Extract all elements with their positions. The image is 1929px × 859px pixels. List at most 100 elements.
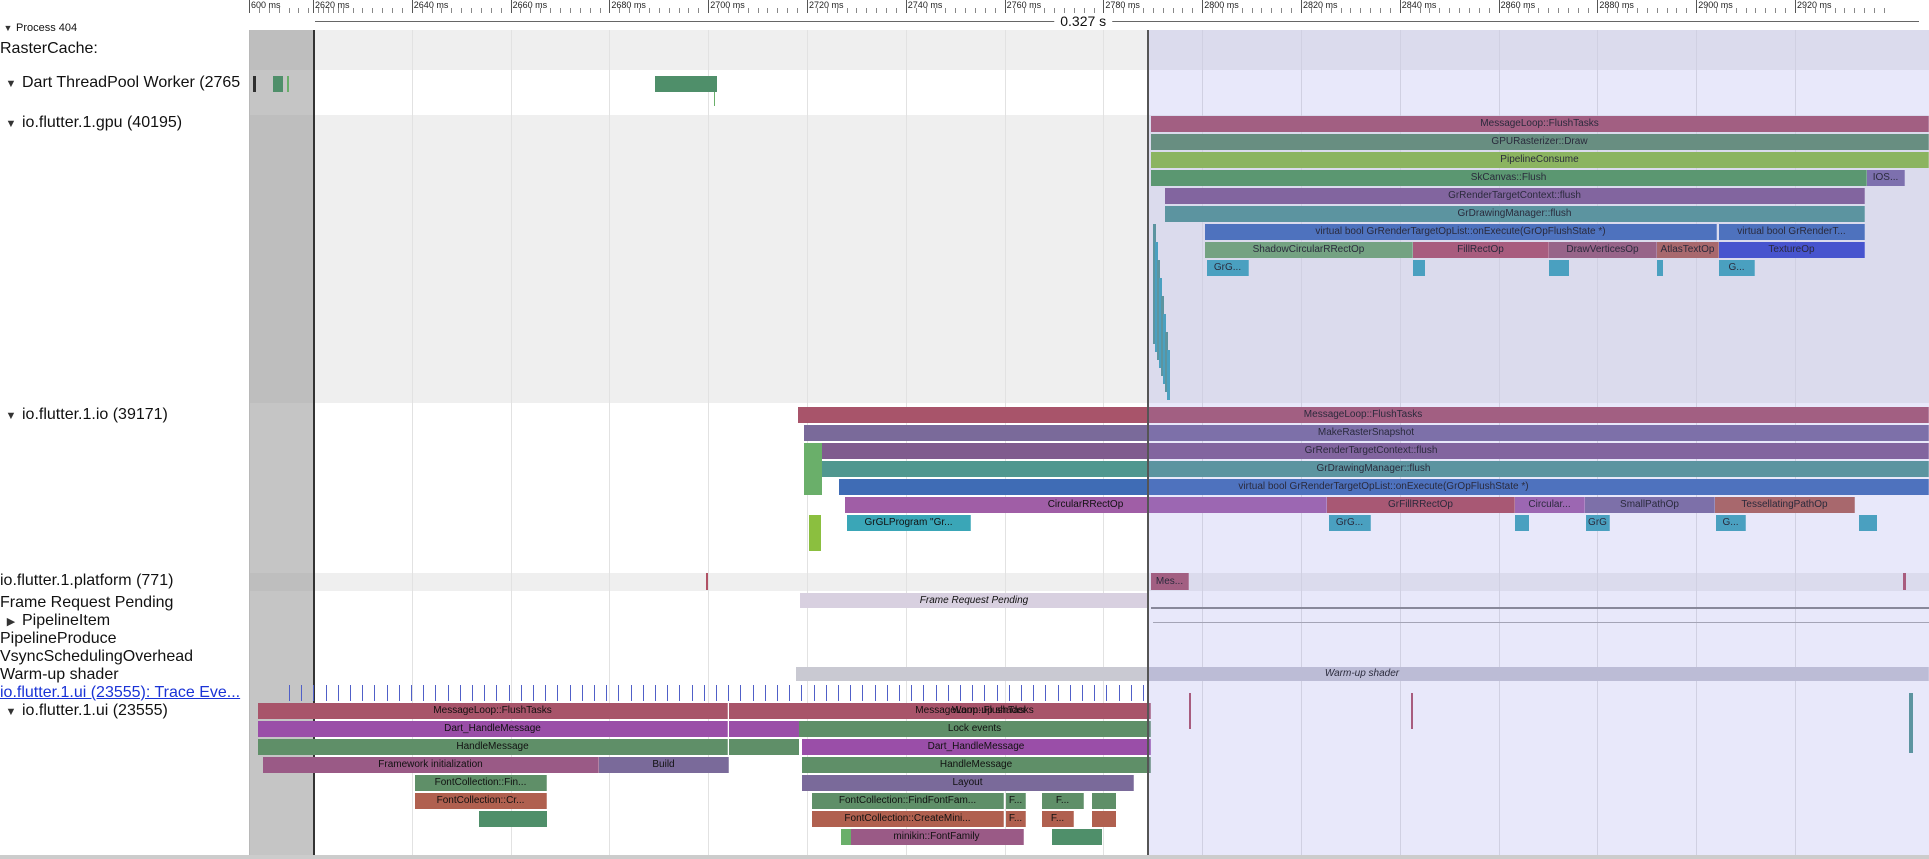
event-mark[interactable]: [447, 685, 449, 701]
event-mark[interactable]: [729, 703, 799, 719]
event-mark[interactable]: [923, 685, 925, 701]
event-mark[interactable]: [350, 685, 351, 701]
event-mark[interactable]: [1092, 811, 1116, 827]
event-mark[interactable]: [716, 685, 717, 701]
process-header[interactable]: ▼ Process 404: [0, 22, 246, 34]
ui-slice[interactable]: Build: [599, 757, 729, 773]
collapse-arrow-icon[interactable]: ▼: [0, 78, 22, 90]
event-mark[interactable]: [667, 685, 669, 701]
event-mark[interactable]: [996, 685, 998, 701]
ui-slice[interactable]: F...: [1042, 811, 1074, 827]
event-mark[interactable]: [801, 685, 803, 701]
event-mark[interactable]: [679, 685, 681, 701]
event-mark[interactable]: [729, 721, 799, 737]
event-mark[interactable]: [287, 76, 289, 92]
ui-slice[interactable]: Framework initialization: [263, 757, 599, 773]
ui-slice[interactable]: FontCollection::FindFontFam...: [812, 793, 1004, 809]
event-mark[interactable]: [960, 685, 961, 701]
track-label-io[interactable]: ▼ io.flutter.1.io (39171): [0, 406, 246, 424]
event-mark[interactable]: [642, 685, 644, 701]
event-mark[interactable]: [729, 739, 799, 755]
time-ruler[interactable]: 600 ms 2620 ms 2640 ms 2660 ms 2680 ms 2700 m…: [249, 0, 1929, 14]
event-mark[interactable]: [386, 685, 388, 701]
event-mark[interactable]: [740, 685, 742, 701]
event-mark[interactable]: [423, 685, 425, 701]
event-mark[interactable]: [777, 685, 778, 701]
event-mark[interactable]: [809, 515, 821, 551]
track-label-dart-threadpool[interactable]: ▼ Dart ThreadPool Worker (2765: [0, 74, 246, 92]
ui-slice[interactable]: F...: [1006, 811, 1026, 827]
ui-slice[interactable]: F...: [1006, 793, 1026, 809]
track-label-gpu[interactable]: ▼ io.flutter.1.gpu (40195): [0, 114, 246, 132]
ui-slice[interactable]: HandleMessage: [258, 739, 728, 755]
event-mark[interactable]: [618, 685, 620, 701]
event-mark[interactable]: [557, 685, 559, 701]
event-mark[interactable]: [1118, 685, 1120, 701]
expand-arrow-icon[interactable]: ▶: [0, 615, 22, 628]
event-mark[interactable]: [1033, 685, 1035, 701]
event-mark[interactable]: [714, 92, 715, 106]
event-mark[interactable]: [1143, 685, 1144, 701]
event-mark[interactable]: [691, 685, 693, 701]
ui-slice[interactable]: MessageLoop::FlushTasks: [258, 703, 728, 719]
event-mark[interactable]: [545, 685, 547, 701]
track-label-trace-events-link[interactable]: io.flutter.1.ui (23555): Trace Eve...: [0, 684, 246, 702]
event-mark[interactable]: [1021, 685, 1022, 701]
ui-slice[interactable]: Dart_HandleMessage: [258, 721, 728, 737]
event-mark[interactable]: [533, 685, 534, 701]
event-mark[interactable]: [728, 685, 730, 701]
event-mark[interactable]: [459, 685, 461, 701]
event-mark[interactable]: [886, 685, 888, 701]
event-mark[interactable]: [606, 685, 608, 701]
track-label-ui[interactable]: ▼ io.flutter.1.ui (23555): [0, 702, 246, 720]
event-mark[interactable]: [374, 685, 376, 701]
event-mark[interactable]: [804, 443, 822, 495]
event-mark[interactable]: [1092, 793, 1116, 809]
ui-slice[interactable]: HandleMessage: [802, 757, 1151, 773]
event-mark[interactable]: [706, 573, 708, 590]
event-mark[interactable]: [484, 685, 486, 701]
ui-slice[interactable]: FontCollection::Fin...: [415, 775, 547, 791]
ui-slice[interactable]: Lock events: [799, 721, 1151, 737]
timeline-tracks[interactable]: MessageLoop::FlushTasks GPURasterizer::Dr…: [249, 30, 1929, 859]
collapse-arrow-icon[interactable]: ▼: [0, 706, 22, 718]
event-mark[interactable]: [520, 685, 522, 701]
event-mark[interactable]: [850, 685, 852, 701]
event-mark[interactable]: [655, 76, 717, 92]
event-mark[interactable]: [1106, 685, 1108, 701]
event-mark[interactable]: [337, 685, 339, 701]
track-label-pipelineitem[interactable]: ▶ PipelineItem: [0, 612, 246, 630]
event-mark[interactable]: [273, 76, 283, 92]
event-mark[interactable]: [1069, 685, 1071, 701]
io-slice[interactable]: GrGLProgram "Gr...: [847, 515, 971, 531]
event-mark[interactable]: [496, 685, 498, 701]
event-mark[interactable]: [253, 76, 256, 92]
collapse-arrow-icon[interactable]: ▼: [0, 23, 16, 33]
ui-slice[interactable]: Dart_HandleMessage: [802, 739, 1151, 755]
event-mark[interactable]: [411, 685, 412, 701]
event-mark[interactable]: [1130, 685, 1132, 701]
event-mark[interactable]: [947, 685, 949, 701]
event-mark[interactable]: [972, 685, 974, 701]
event-mark[interactable]: [289, 685, 290, 701]
horizontal-scrollbar[interactable]: [0, 855, 1929, 859]
event-mark[interactable]: [301, 685, 303, 701]
event-mark[interactable]: [435, 685, 437, 701]
event-mark[interactable]: [911, 685, 913, 701]
event-mark[interactable]: [984, 685, 986, 701]
collapse-arrow-icon[interactable]: ▼: [0, 118, 22, 130]
event-mark[interactable]: [813, 685, 815, 701]
track-label-text[interactable]: io.flutter.1.ui (23555): Trace Eve...: [0, 684, 240, 701]
event-mark[interactable]: [703, 685, 705, 701]
event-mark[interactable]: [398, 685, 400, 701]
event-mark[interactable]: [581, 685, 583, 701]
event-mark[interactable]: [479, 811, 547, 827]
ui-slice[interactable]: Layout: [802, 775, 1134, 791]
event-mark[interactable]: [825, 685, 827, 701]
ui-slice[interactable]: F...: [1042, 793, 1084, 809]
event-mark[interactable]: [1082, 685, 1083, 701]
event-mark[interactable]: [1052, 829, 1102, 845]
event-mark[interactable]: [594, 685, 595, 701]
ui-slice[interactable]: minikin::FontFamily: [850, 829, 1024, 845]
event-mark[interactable]: [655, 685, 656, 701]
